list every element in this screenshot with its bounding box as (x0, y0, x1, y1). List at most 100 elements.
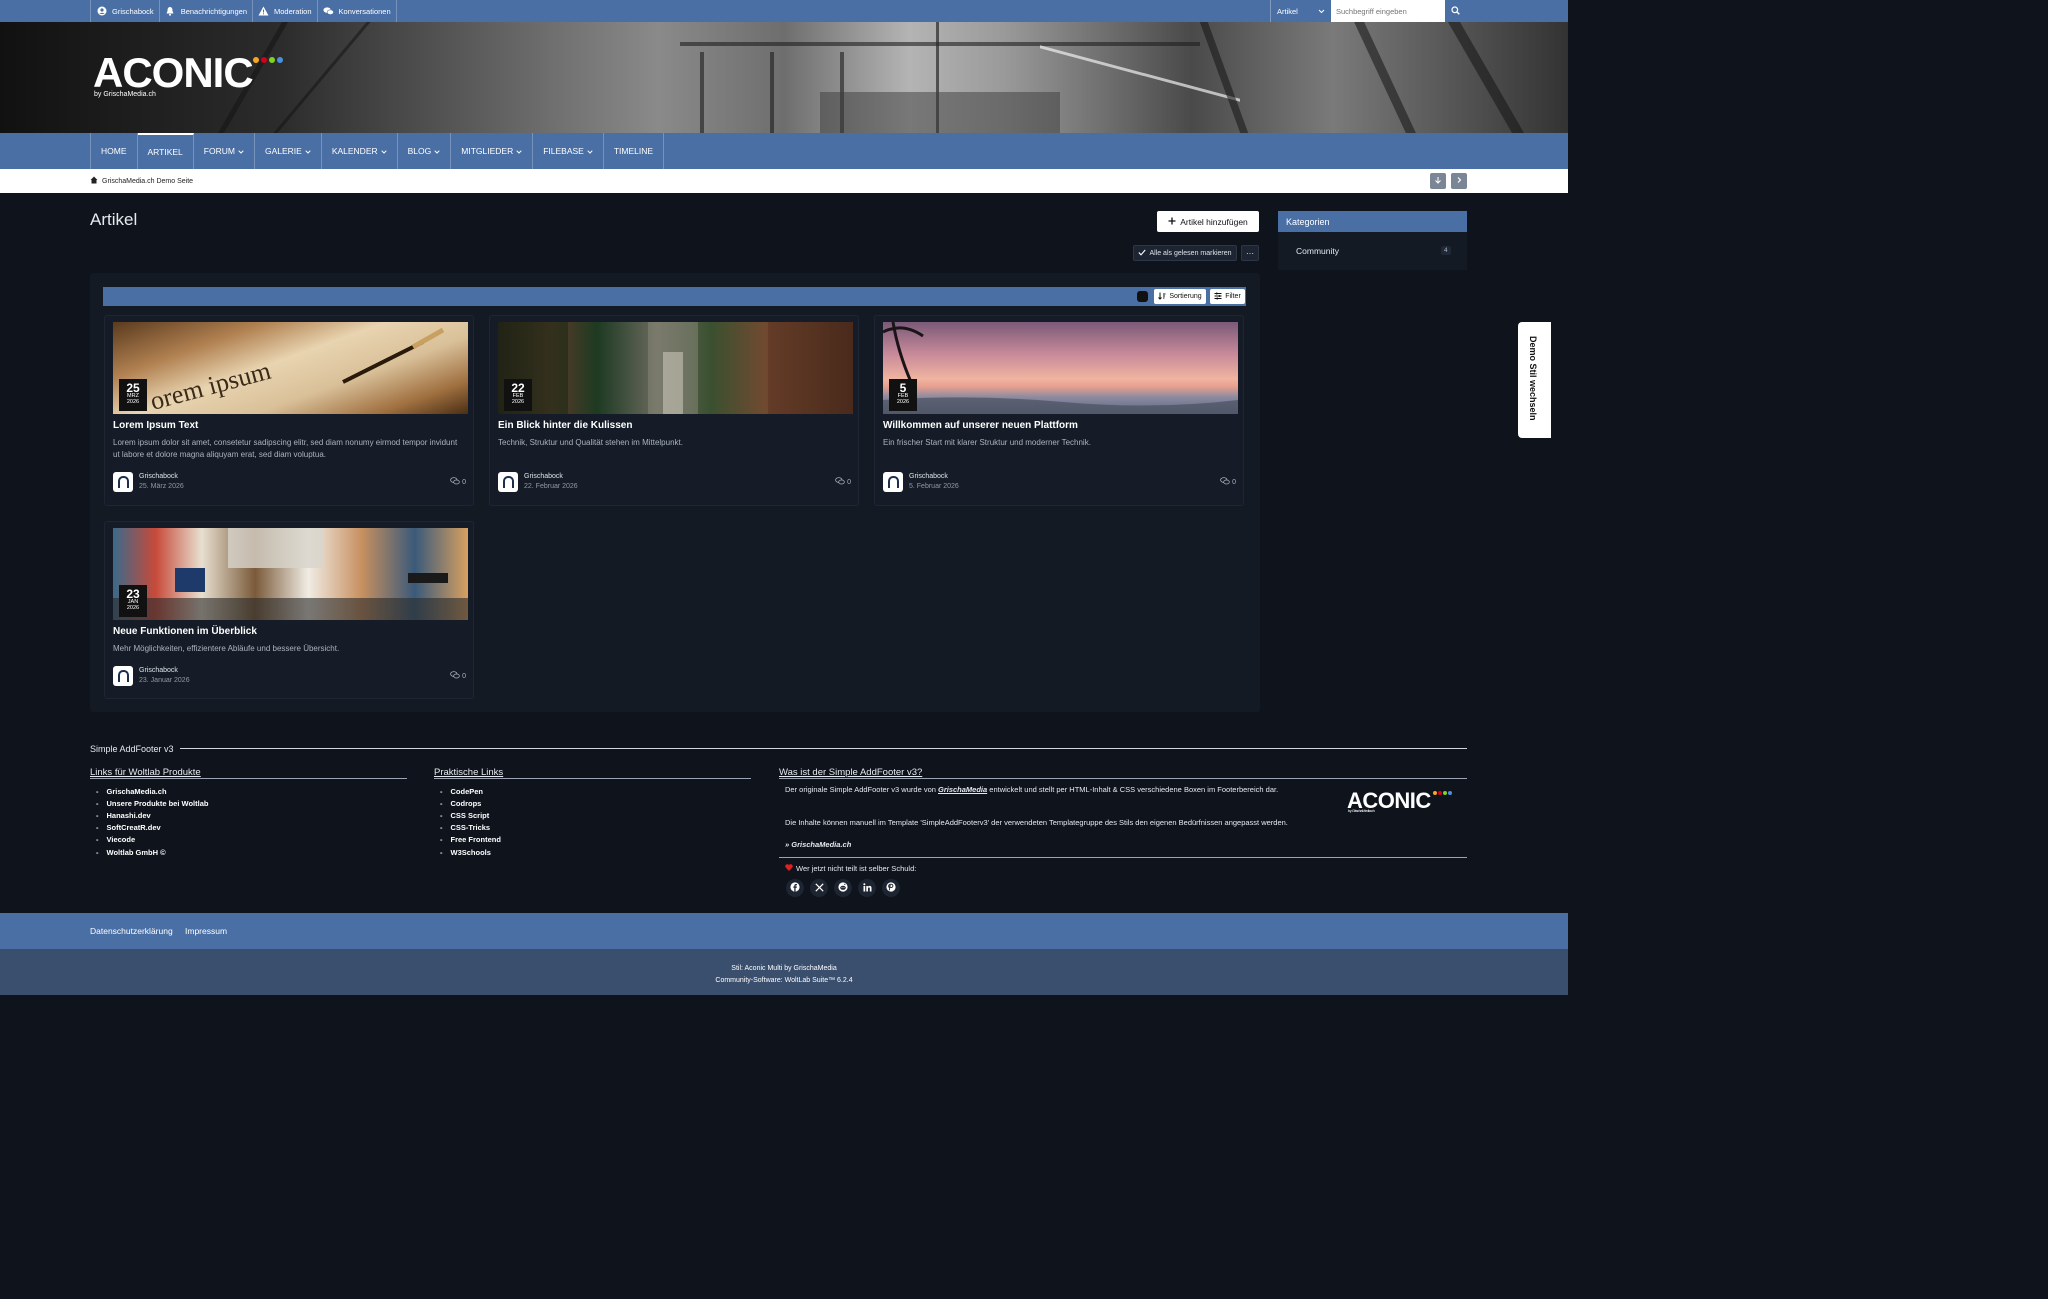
add-article-button[interactable]: Artikel hinzufügen (1157, 211, 1259, 232)
mark-all-read-button[interactable]: Alle als gelesen markieren (1133, 245, 1237, 261)
moderation-link[interactable]: Moderation (252, 0, 317, 22)
notifications-label: Benachrichtigungen (180, 6, 247, 16)
article-date: 25. März 2026 (139, 483, 184, 490)
author-avatar[interactable] (883, 472, 903, 492)
conversations-link[interactable]: Konversationen (316, 0, 397, 22)
search-scope-label: Artikel (1277, 6, 1298, 16)
footer-link[interactable]: Free Frontend (440, 834, 501, 846)
article-title[interactable]: Willkommen auf unserer neuen Plattform (883, 420, 1078, 431)
nav-item-mitglieder[interactable]: MITGLIEDER (451, 133, 534, 169)
site-logo[interactable]: ACONIC by GrischaMedia.ch (93, 52, 283, 98)
article-author[interactable]: Grischabock (524, 473, 563, 480)
filter-button[interactable]: Filter (1210, 289, 1245, 304)
nav-item-timeline[interactable]: TIMELINE (604, 133, 665, 169)
search-input[interactable] (1331, 0, 1445, 22)
article-card[interactable]: 5 FEB 2026 Willkommen auf unserer neuen … (874, 315, 1244, 506)
footer-link[interactable]: CSS Script (440, 809, 501, 821)
footer-logo: ACONIC by GrischaMedia.ch (1347, 790, 1452, 813)
chevron-down-icon (305, 146, 311, 156)
article-card[interactable]: orem ipsum 25 MRZ 2026 Lorem Ipsum Text … (104, 315, 474, 506)
article-date-badge: 23 JAN 2026 (119, 585, 147, 617)
article-comments[interactable]: 0 (1220, 477, 1236, 487)
article-card[interactable]: 22 FEB 2026 Ein Blick hinter die Kulisse… (489, 315, 859, 506)
author-avatar[interactable] (498, 472, 518, 492)
nav-item-label: FILEBASE (543, 146, 584, 156)
article-author[interactable]: Grischabock (909, 473, 948, 480)
footer-link[interactable]: Viecode (96, 834, 208, 846)
search-scope-select[interactable]: Artikel (1270, 0, 1331, 22)
next-button[interactable] (1451, 173, 1467, 189)
nav-item-label: KALENDER (331, 146, 378, 156)
grischamedia-link[interactable]: GrischaMedia (938, 785, 987, 794)
site-header: ACONIC by GrischaMedia.ch (0, 22, 1568, 133)
footer-column-title: Was ist der Simple AddFooter v3? (779, 767, 923, 778)
more-options-button[interactable]: ··· (1241, 245, 1259, 261)
nav-item-kalender[interactable]: KALENDER (322, 133, 398, 169)
footer-link[interactable]: W3Schools (440, 846, 501, 858)
nav-item-label: MITGLIEDER (461, 146, 514, 156)
user-menu-link[interactable]: Grischabock (90, 0, 159, 22)
nav-item-label: TIMELINE (613, 146, 654, 156)
notifications-link[interactable]: Benachrichtigungen (158, 0, 252, 22)
nav-item-home[interactable]: HOME (91, 133, 138, 169)
share-pinterest-button[interactable] (882, 879, 900, 897)
share-facebook-button[interactable] (786, 879, 804, 897)
article-author[interactable]: Grischabock (139, 473, 178, 480)
chevron-down-icon (516, 146, 522, 156)
article-list-toolbar: Sortierung Filter (103, 287, 1246, 306)
nav-item-filebase[interactable]: FILEBASE (533, 133, 604, 169)
nav-item-galerie[interactable]: GALERIE (255, 133, 322, 169)
nav-item-label: FORUM (203, 146, 235, 156)
article-comments[interactable]: 0 (450, 477, 466, 487)
footer-link[interactable]: CodePen (440, 785, 501, 797)
search-button[interactable] (1445, 0, 1466, 22)
demo-style-switcher-tab[interactable]: Demo Stil wechseln (1518, 322, 1551, 438)
author-avatar[interactable] (113, 472, 133, 492)
article-comments[interactable]: 0 (450, 671, 466, 681)
article-title[interactable]: Ein Blick hinter die Kulissen (498, 420, 632, 431)
article-author[interactable]: Grischabock (139, 667, 178, 674)
author-avatar[interactable] (113, 666, 133, 686)
footer-link[interactable]: CSS-Tricks (440, 822, 501, 834)
share-reddit-button[interactable] (834, 879, 852, 897)
mark-all-read-label: Alle als gelesen markieren (1149, 249, 1232, 257)
sort-button[interactable]: Sortierung (1154, 289, 1206, 304)
chevron-down-icon (1318, 7, 1325, 16)
article-title[interactable]: Neue Funktionen im Überblick (113, 626, 257, 637)
nav-item-blog[interactable]: BLOG (398, 133, 452, 169)
user-name: Grischabock (112, 6, 154, 16)
search-bar: Artikel (1270, 0, 1466, 22)
jump-down-button[interactable] (1430, 173, 1446, 189)
article-comments[interactable]: 0 (835, 477, 851, 487)
footer-title: Simple AddFooter v3 (90, 744, 180, 754)
category-item-community[interactable]: Community (1296, 246, 1339, 256)
view-toggle[interactable] (1137, 291, 1148, 302)
share-linkedin-button[interactable] (858, 879, 876, 897)
footer-link[interactable]: SoftCreatR.dev (96, 822, 208, 834)
footer-link[interactable]: GrischaMedia.ch (96, 785, 208, 797)
breadcrumb-bar: GrischaMedia.ch Demo Seite (0, 169, 1568, 193)
article-card[interactable]: 23 JAN 2026 Neue Funktionen im Überblick… (104, 521, 474, 699)
footer-link[interactable]: Unsere Produkte bei Woltlab (96, 797, 209, 809)
nav-item-forum[interactable]: FORUM (194, 133, 255, 169)
category-count: 4 (1441, 246, 1451, 255)
style-credit[interactable]: Stil: Aconic Multi by GrischaMedia (0, 963, 1568, 975)
software-credit[interactable]: Community-Software: WoltLab Suite™ 6.2.4 (0, 975, 1568, 987)
footer-link[interactable]: Woltlab GmbH © (96, 846, 208, 858)
conversations-label: Konversationen (338, 6, 391, 16)
nav-item-label: ARTIKEL (147, 147, 183, 157)
privacy-link[interactable]: Datenschutzerklärung (90, 913, 173, 949)
footer-link[interactable]: Codrops (440, 797, 501, 809)
breadcrumb[interactable]: GrischaMedia.ch Demo Seite (90, 169, 193, 193)
x-icon (814, 882, 824, 894)
nav-item-artikel[interactable]: ARTIKEL (137, 133, 194, 169)
svg-text:orem ipsum: orem ipsum (147, 356, 274, 414)
share-x-button[interactable] (810, 879, 828, 897)
imprint-link[interactable]: Impressum (185, 913, 227, 949)
article-title[interactable]: Lorem Ipsum Text (113, 420, 198, 431)
nav-item-label: HOME (101, 146, 127, 156)
demo-style-switcher-label: Demo Stil wechseln (1528, 336, 1538, 421)
footer-grischamedia-link[interactable]: » GrischaMedia.ch (785, 840, 851, 851)
chevron-down-icon (238, 146, 244, 156)
footer-link[interactable]: Hanashi.dev (96, 809, 208, 821)
